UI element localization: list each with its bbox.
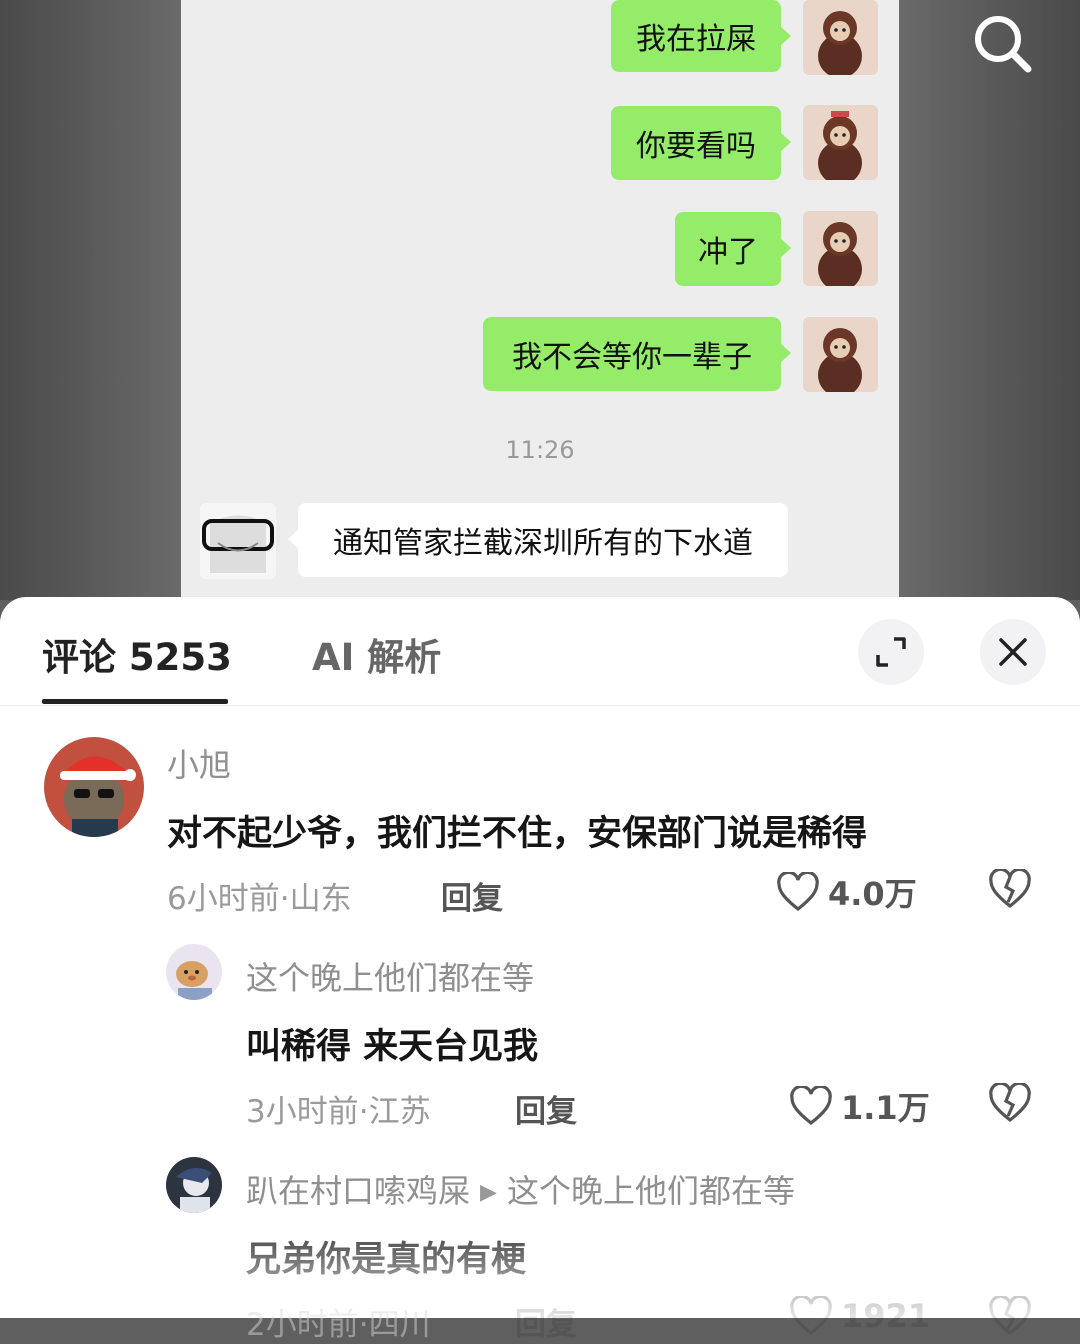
reply-text: 兄弟你是真的有梗 <box>246 1240 527 1280</box>
expand-icon <box>876 637 906 667</box>
cat-avatar <box>803 0 878 75</box>
like-button[interactable]: 1921 <box>789 1296 930 1336</box>
reply-button[interactable]: 回复 <box>441 873 503 918</box>
chat-message-text: 我在拉屎 <box>636 22 756 57</box>
reply-target-name[interactable]: 这个晚上他们都在等 <box>507 1172 795 1210</box>
play-triangle-icon: ▶ <box>480 1180 497 1205</box>
chat-message-text: 你要看吗 <box>636 129 756 164</box>
chat-bubble-outgoing: 冲了 <box>675 212 791 286</box>
reply-meta: 3小时前·江苏 <box>246 1094 431 1130</box>
expand-button[interactable] <box>858 619 924 685</box>
heart-icon <box>790 1296 832 1336</box>
comments-tab-bar: 评论 5253 AI 解析 <box>0 597 1080 706</box>
user-avatar[interactable] <box>166 1157 222 1213</box>
chat-message-text: 通知管家拦截深圳所有的下水道 <box>333 526 753 561</box>
cat-avatar <box>803 317 878 392</box>
comment-meta: 6小时前·山东 <box>167 881 352 917</box>
tab-ai-analysis[interactable]: AI 解析 <box>312 627 441 681</box>
reply-author[interactable]: 这个晚上他们都在等 <box>246 953 534 999</box>
chat-bubble-outgoing: 你要看吗 <box>611 106 791 180</box>
cat-avatar <box>803 211 878 286</box>
cat-avatar <box>803 105 878 180</box>
anime-avatar <box>200 503 276 579</box>
dislike-button[interactable] <box>988 1294 1032 1340</box>
comment-text: 对不起少爷，我们拦不住，安保部门说是稀得 <box>167 814 868 854</box>
like-count: 4.0万 <box>828 875 917 913</box>
reply-author: 趴在村口嗦鸡屎 ▶ 这个晚上他们都在等 <box>246 1166 795 1212</box>
chat-timestamp: 11:26 <box>505 436 575 464</box>
chat-bubble-outgoing: 我在拉屎 <box>611 0 791 72</box>
close-button[interactable] <box>980 619 1046 685</box>
chat-message-text: 我不会等你一辈子 <box>512 340 752 375</box>
reply-button[interactable]: 回复 <box>515 1299 577 1344</box>
broken-heart-icon <box>989 1081 1031 1123</box>
active-tab-indicator <box>42 699 228 704</box>
chat-message-text: 冲了 <box>698 235 758 270</box>
broken-heart-icon <box>989 867 1031 909</box>
like-button[interactable]: 4.0万 <box>776 869 917 915</box>
heart-icon <box>777 872 819 912</box>
like-button[interactable]: 1.1万 <box>789 1083 930 1129</box>
like-count: 1921 <box>841 1297 931 1335</box>
chat-bubble-outgoing: 我不会等你一辈子 <box>483 317 791 391</box>
video-area[interactable]: 我在拉屎 你要看吗 冲了 我不会等你一辈子 11:26 通知管家拦截深圳所有的下… <box>0 0 1080 600</box>
broken-heart-icon <box>989 1294 1031 1336</box>
reply-button[interactable]: 回复 <box>515 1086 577 1131</box>
like-count: 1.1万 <box>841 1089 930 1127</box>
comment-author[interactable]: 小旭 <box>167 740 231 786</box>
close-icon <box>999 638 1027 666</box>
search-icon <box>975 16 1032 73</box>
tab-comments[interactable]: 评论 5253 <box>42 627 232 681</box>
user-avatar[interactable] <box>166 944 222 1000</box>
dislike-button[interactable] <box>988 1081 1032 1127</box>
chat-bubble-incoming: 通知管家拦截深圳所有的下水道 <box>288 503 788 577</box>
user-avatar[interactable] <box>44 737 144 837</box>
reply-meta: 2小时前·四川 <box>246 1307 431 1343</box>
dislike-button[interactable] <box>988 867 1032 913</box>
search-button[interactable] <box>966 8 1038 80</box>
reply-text: 叫稀得 来天台见我 <box>246 1027 539 1067</box>
reply-author-name[interactable]: 趴在村口嗦鸡屎 <box>246 1172 470 1210</box>
heart-icon <box>790 1086 832 1126</box>
